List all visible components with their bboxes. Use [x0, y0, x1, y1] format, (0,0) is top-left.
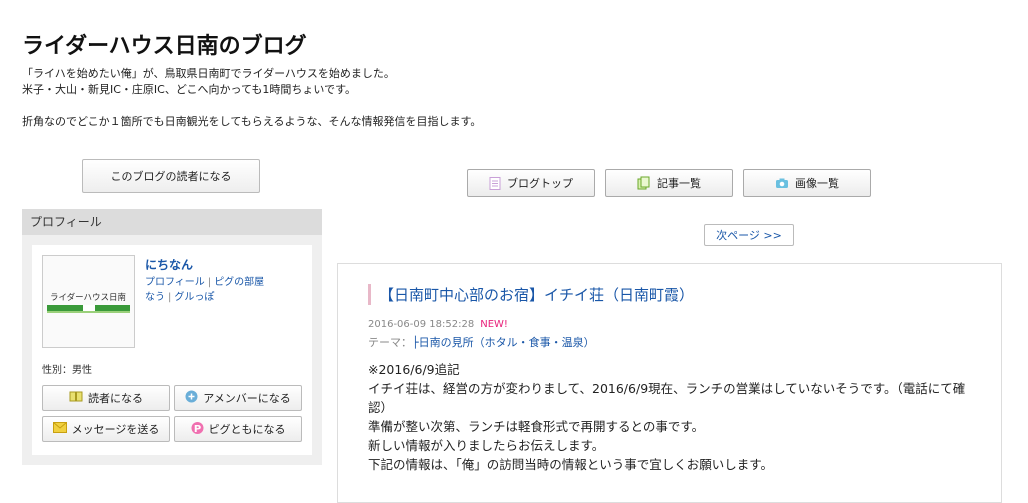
body-paragraph: 下記の情報は、「俺」の訪問当時の情報という事で宜しくお願いします。 — [368, 457, 774, 472]
now-link[interactable]: なう — [145, 292, 165, 303]
description-line: 「ライハを始めたい俺」が、鳥取県日南町でライダーハウスを始めました。 — [22, 67, 395, 80]
chat-icon — [185, 390, 198, 406]
profile-links: プロフィール | ピグの部屋 なう | グルっぽ — [145, 277, 265, 303]
blog-top-button[interactable]: ブログトップ — [467, 169, 595, 197]
avatar[interactable]: ライダーハウス日南 — [42, 255, 135, 348]
become-reader-small-button[interactable]: 読者になる — [42, 385, 170, 411]
blog-description: 「ライハを始めたい俺」が、鳥取県日南町でライダーハウスを始めました。 米子・大山… — [22, 66, 481, 130]
become-reader-label: このブログの読者になる — [110, 170, 232, 183]
profile-panel: プロフィール ライダーハウス日南 にちなん プロフィール | ピグの部屋 なう | グル… — [22, 209, 322, 465]
book-icon — [69, 391, 83, 405]
pigg-friend-label: ピグともになる — [208, 423, 286, 436]
blog-title[interactable]: ライダーハウス日南のブログ — [22, 28, 307, 60]
amember-button[interactable]: アメンバーになる — [174, 385, 302, 411]
pigg-room-link[interactable]: ピグの部屋 — [214, 277, 264, 288]
next-page-label: 次ページ >> — [716, 229, 782, 242]
amember-label: アメンバーになる — [203, 392, 291, 405]
svg-text:P: P — [193, 424, 200, 435]
reader-small-label: 読者になる — [88, 392, 143, 405]
group-link[interactable]: グルっぽ — [174, 292, 214, 303]
copy-icon — [637, 176, 651, 190]
article: 【日南町中心部のお宿】イチイ荘（日南町霞） 2016-06-09 18:52:2… — [337, 263, 1002, 503]
profile-card: ライダーハウス日南 にちなん プロフィール | ピグの部屋 なう | グルっぽ 性別：男… — [32, 245, 312, 455]
article-body: ※2016/6/9追記 イチイ荘は、経営の方が変わりまして、2016/6/9現在… — [368, 360, 978, 474]
pigg-p-icon: P — [191, 421, 204, 438]
pigg-friend-button[interactable]: P ピグともになる — [174, 416, 302, 442]
body-paragraph: 準備が整い次第、ランチは軽食形式で再開するとの事です。 — [368, 419, 705, 434]
description-line: 折角なのでどこか１箇所でも日南観光をしてもらえるような、そんな情報発信を目指しま… — [22, 115, 482, 128]
profile-name[interactable]: にちなん — [145, 256, 193, 273]
article-theme: テーマ：├日南の見所（ホタル・食事・温泉） — [368, 334, 595, 350]
avatar-text: ライダーハウス日南 — [50, 292, 126, 303]
article-date: 2016-06-09 18:52:28 NEW! — [368, 319, 508, 330]
document-icon — [489, 176, 501, 190]
body-paragraph: 新しい情報が入りましたらお伝えします。 — [368, 438, 605, 453]
camera-icon — [775, 177, 789, 189]
send-message-button[interactable]: メッセージを送る — [42, 416, 170, 442]
theme-link[interactable]: ├日南の見所（ホタル・食事・温泉） — [412, 336, 595, 349]
article-title[interactable]: 【日南町中心部のお宿】イチイ荘（日南町霞） — [368, 284, 694, 305]
become-reader-button[interactable]: このブログの読者になる — [82, 159, 260, 193]
date-text: 2016-06-09 18:52:28 — [368, 319, 475, 330]
sex-label: 性別： — [42, 365, 72, 376]
body-paragraph: イチイ荘は、経営の方が変わりまして、2016/6/9現在、ランチの営業はしていな… — [368, 381, 966, 415]
blog-top-label: ブログトップ — [507, 177, 573, 190]
new-badge: NEW! — [480, 319, 508, 330]
profile-sex: 性別：男性 — [42, 361, 92, 376]
sex-value: 男性 — [72, 365, 92, 376]
description-line: 米子・大山・新見IC・庄原IC、どこへ向かっても1時間ちょいです。 — [22, 83, 356, 96]
envelope-icon — [52, 422, 67, 436]
image-list-label: 画像一覧 — [795, 177, 839, 190]
body-paragraph: ※2016/6/9追記 — [368, 362, 460, 377]
profile-link[interactable]: プロフィール — [145, 277, 205, 288]
theme-label: テーマ： — [368, 336, 412, 349]
article-list-button[interactable]: 記事一覧 — [605, 169, 733, 197]
image-list-button[interactable]: 画像一覧 — [743, 169, 871, 197]
next-page-button[interactable]: 次ページ >> — [704, 224, 794, 246]
profile-heading: プロフィール — [22, 209, 322, 235]
send-message-label: メッセージを送る — [71, 423, 160, 436]
article-list-label: 記事一覧 — [657, 177, 701, 190]
